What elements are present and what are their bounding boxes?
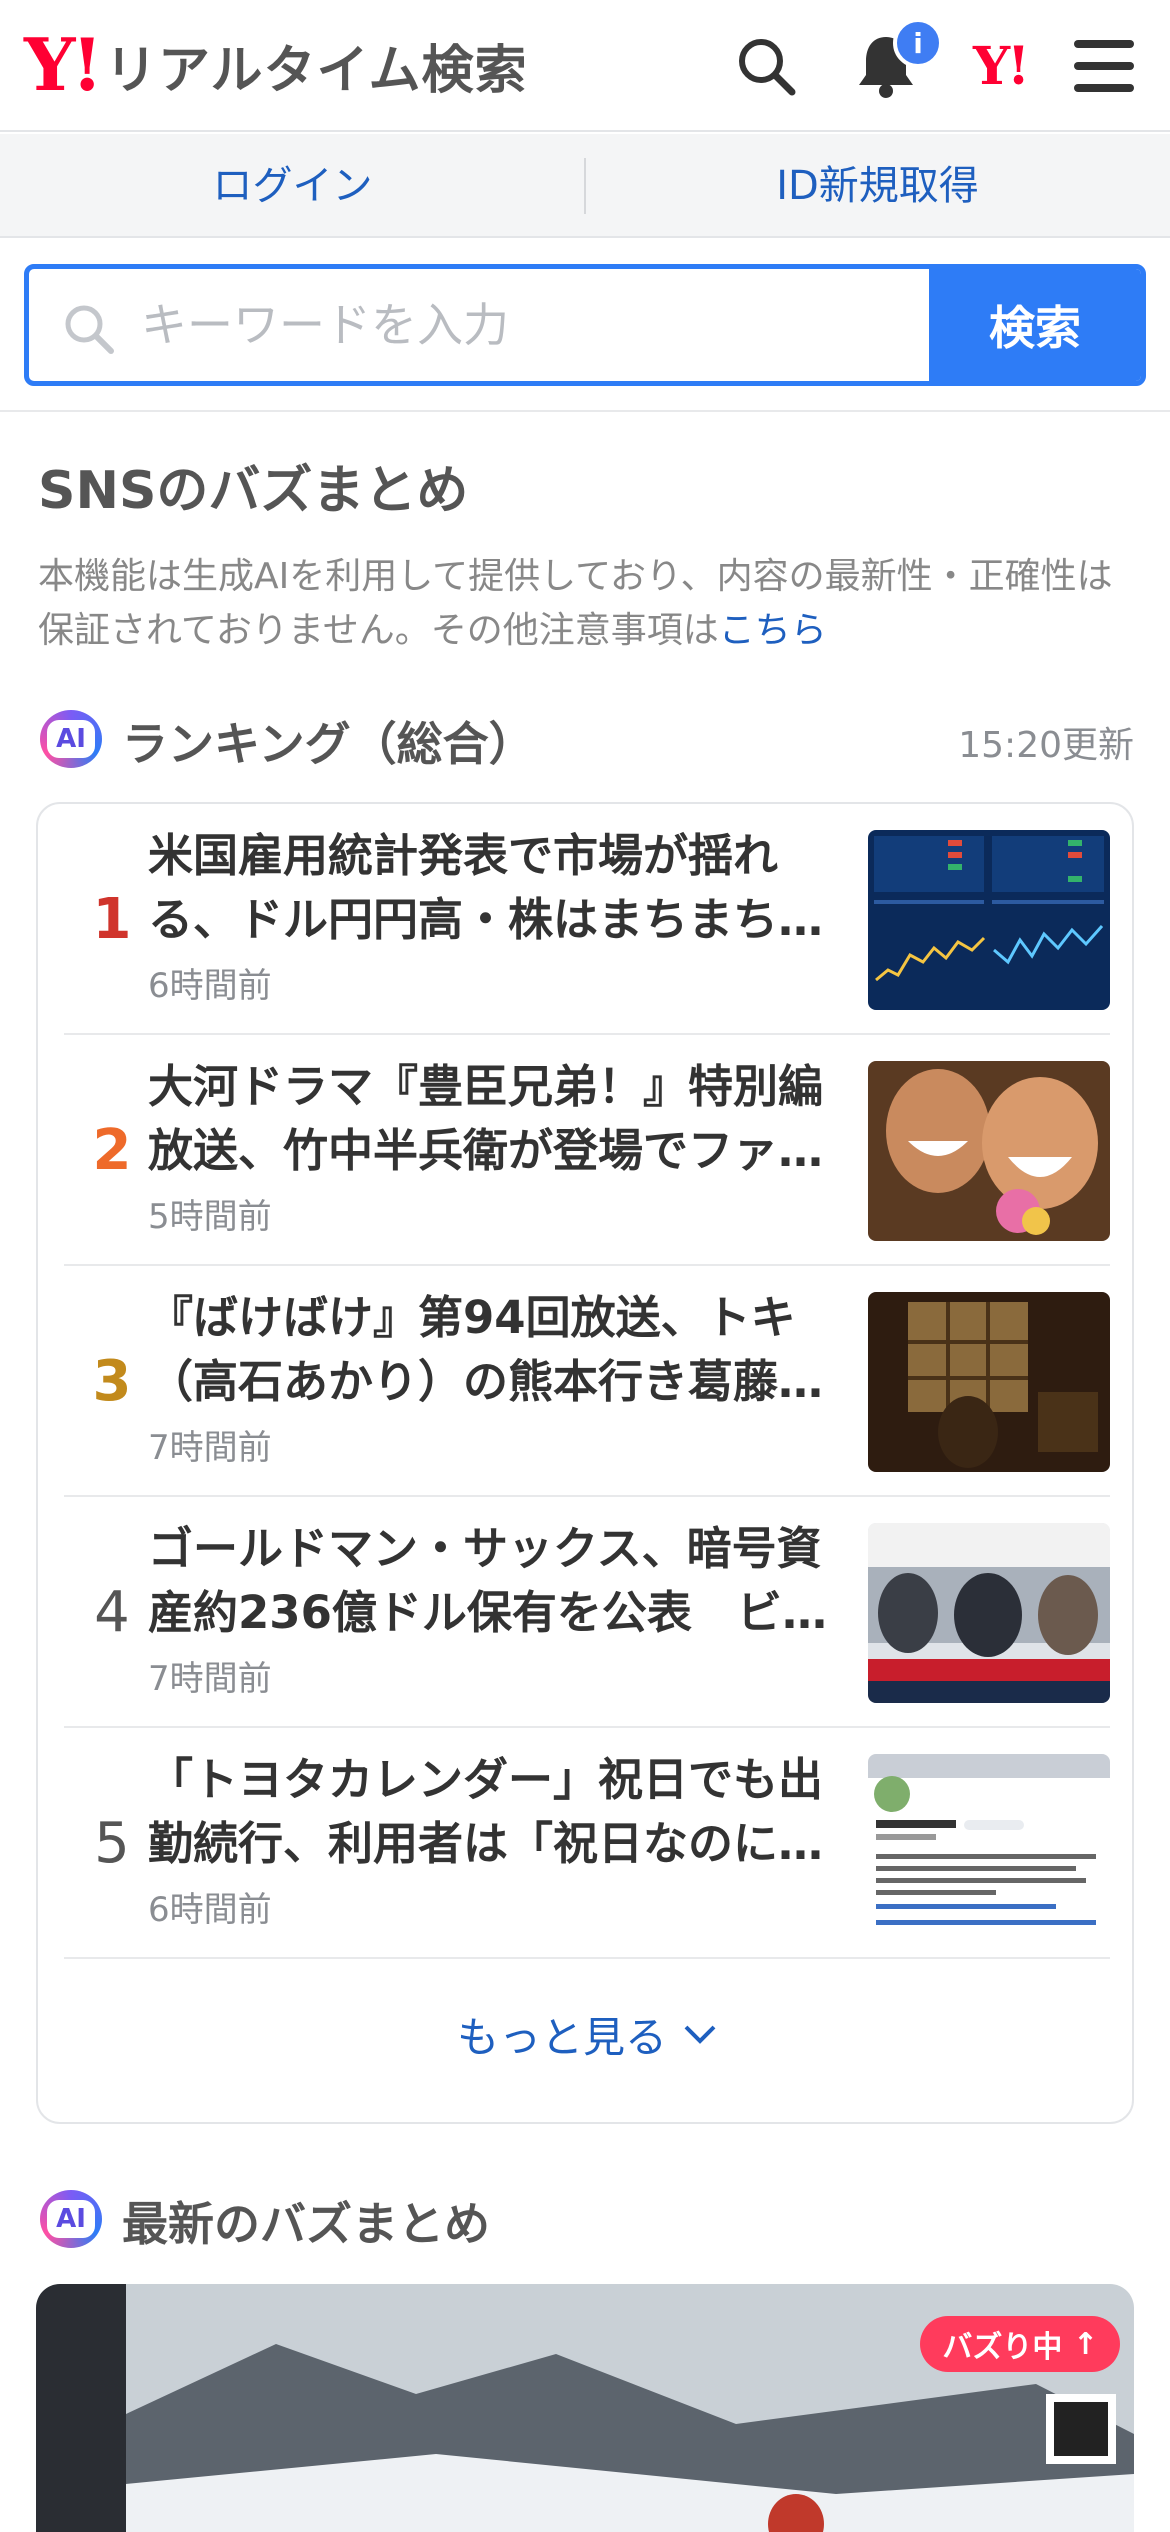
- search-form: 検索: [24, 264, 1146, 386]
- arrow-up-icon: ↑: [1072, 2326, 1098, 2362]
- ai-icon-label: AI: [47, 720, 95, 758]
- yahoo-realtime-logo[interactable]: Y! リアルタイム検索: [24, 22, 528, 107]
- show-more-label: もっと見る: [456, 2012, 667, 2062]
- ranking-headline: 大河ドラマ『豊臣兄弟！』特別編放送、竹中半兵衛が登場でファンが歓喜: [148, 1060, 824, 1177]
- ranking-time: 7時間前: [148, 1428, 272, 1468]
- ranking-headline: 米国雇用統計発表で市場が揺れる、ドル円円高・株はまちまちの展開: [148, 829, 824, 946]
- updated-time: 15:20更新: [958, 725, 1134, 766]
- auth-bar: ログイン ID新規取得: [0, 134, 1170, 238]
- trending-label: バズり中: [942, 2330, 1063, 2365]
- market-chart-thumbnail: [868, 830, 1110, 1010]
- latest-title: 最新のバズまとめ: [122, 2197, 490, 2251]
- ranking-time: 7時間前: [148, 1659, 272, 1699]
- section-divider: [0, 410, 1170, 412]
- ranking-time: 6時間前: [148, 1890, 272, 1930]
- drama-scene-thumbnail: [868, 1292, 1110, 1472]
- drama-still-thumbnail: [868, 1061, 1110, 1241]
- trending-badge: バズり中 ↑: [920, 2316, 1120, 2372]
- yahoo-mark: Y!: [973, 35, 1030, 97]
- search-input[interactable]: [141, 269, 941, 381]
- rank-number: 3: [92, 1349, 132, 1414]
- yahoo-japan-icon[interactable]: Y!: [964, 30, 1036, 102]
- show-more-button[interactable]: もっと見る: [38, 1984, 1136, 2084]
- social-post-thumbnail: [868, 1754, 1110, 1934]
- ai-icon: AI: [40, 2190, 102, 2248]
- page-title: SNSのバズまとめ: [38, 461, 469, 521]
- ranking-headline: 「トヨタカレンダー」祝日でも出勤続行、利用者は「祝日なのに」と困惑: [148, 1753, 824, 1870]
- ranking-item[interactable]: 3 『ばけばけ』第94回放送、トキ（高石あかり）の熊本行き葛藤に共感の声 7時間…: [64, 1266, 1110, 1497]
- ranking-card: 1 米国雇用統計発表で市場が揺れる、ドル円円高・株はまちまちの展開 6時間前 2…: [36, 802, 1134, 2124]
- ranking-headline: ゴールドマン・サックス、暗号資産約236億ドル保有を公表 ビットコインなど: [148, 1522, 827, 1639]
- search-button[interactable]: 検索: [929, 269, 1141, 381]
- ranking-item[interactable]: 4 ゴールドマン・サックス、暗号資産約236億ドル保有を公表 ビットコインなど …: [64, 1497, 1110, 1728]
- rank-number: 1: [92, 887, 132, 952]
- yahoo-logo-mark: Y!: [24, 22, 103, 107]
- ranking-title: ランキング（総合）: [122, 717, 535, 771]
- ai-notice: 本機能は生成AIを利用して提供しており、内容の最新性・正確性は保証されておりませ…: [38, 550, 1138, 658]
- search-field-icon: [65, 305, 114, 354]
- register-link[interactable]: ID新規取得: [585, 134, 1170, 238]
- menu-icon[interactable]: [1068, 30, 1140, 102]
- logo-text: リアルタイム検索: [105, 40, 528, 101]
- rank-number: 2: [92, 1118, 132, 1183]
- notice-text: 本機能は生成AIを利用して提供しており、内容の最新性・正確性は保証されておりませ…: [38, 556, 1113, 651]
- notice-link[interactable]: こちら: [719, 610, 827, 651]
- login-link[interactable]: ログイン: [0, 134, 585, 238]
- chevron-down-icon: [684, 2025, 716, 2044]
- search-icon[interactable]: [730, 30, 802, 102]
- header: Y! リアルタイム検索 i Y!: [0, 0, 1170, 132]
- ranking-headline: 『ばけばけ』第94回放送、トキ（高石あかり）の熊本行き葛藤に共感の声: [148, 1291, 824, 1408]
- ranking-item[interactable]: 1 米国雇用統計発表で市場が揺れる、ドル円円高・株はまちまちの展開 6時間前: [64, 804, 1110, 1035]
- ranking-item[interactable]: 5 「トヨタカレンダー」祝日でも出勤続行、利用者は「祝日なのに」と困惑 6時間前: [64, 1728, 1110, 1959]
- ranking-item[interactable]: 2 大河ドラマ『豊臣兄弟！』特別編放送、竹中半兵衛が登場でファンが歓喜 5時間前: [64, 1035, 1110, 1266]
- ai-icon: AI: [40, 710, 102, 768]
- notification-badge: i: [893, 18, 943, 68]
- news-broadcast-thumbnail: [868, 1523, 1110, 1703]
- ai-icon-label: AI: [47, 2200, 95, 2238]
- ranking-time: 6時間前: [148, 966, 272, 1006]
- rank-number: 4: [94, 1580, 130, 1645]
- ranking-time: 5時間前: [148, 1197, 272, 1237]
- rank-number: 5: [94, 1811, 130, 1876]
